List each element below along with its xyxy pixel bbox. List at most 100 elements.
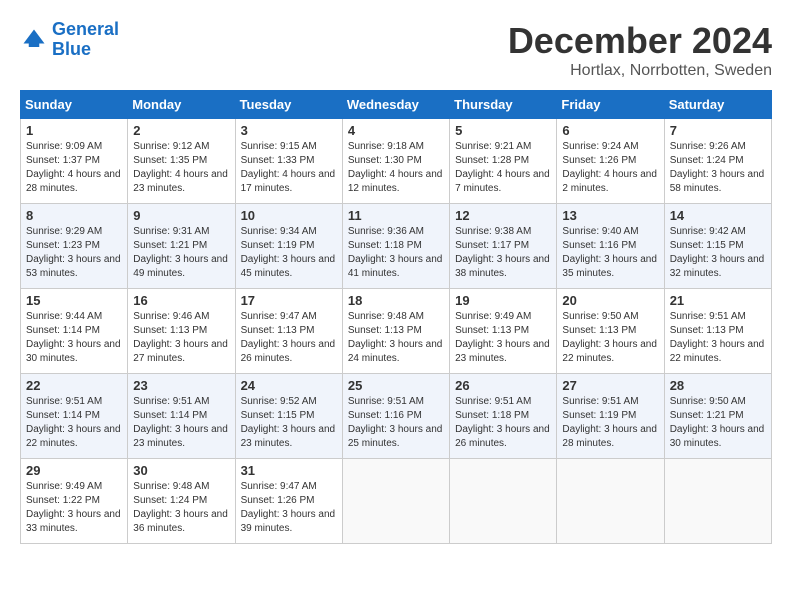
calendar-header-tuesday: Tuesday [235, 91, 342, 119]
day-detail: Sunrise: 9:24 AM Sunset: 1:26 PM Dayligh… [562, 140, 658, 196]
logo: General Blue [20, 20, 119, 60]
day-number: 23 [133, 378, 229, 393]
calendar-cell: 30 Sunrise: 9:48 AM Sunset: 1:24 PM Dayl… [128, 459, 235, 544]
calendar-table: SundayMondayTuesdayWednesdayThursdayFrid… [20, 90, 772, 544]
calendar-cell: 12 Sunrise: 9:38 AM Sunset: 1:17 PM Dayl… [450, 204, 557, 289]
calendar-header-sunday: Sunday [21, 91, 128, 119]
logo-icon [20, 26, 48, 54]
calendar-cell: 7 Sunrise: 9:26 AM Sunset: 1:24 PM Dayli… [664, 119, 771, 204]
day-number: 2 [133, 123, 229, 138]
day-number: 14 [670, 208, 766, 223]
day-detail: Sunrise: 9:51 AM Sunset: 1:14 PM Dayligh… [26, 395, 122, 451]
day-number: 1 [26, 123, 122, 138]
calendar-cell: 1 Sunrise: 9:09 AM Sunset: 1:37 PM Dayli… [21, 119, 128, 204]
calendar-week-2: 8 Sunrise: 9:29 AM Sunset: 1:23 PM Dayli… [21, 204, 772, 289]
calendar-cell: 26 Sunrise: 9:51 AM Sunset: 1:18 PM Dayl… [450, 374, 557, 459]
calendar-cell: 15 Sunrise: 9:44 AM Sunset: 1:14 PM Dayl… [21, 289, 128, 374]
calendar-header-monday: Monday [128, 91, 235, 119]
day-detail: Sunrise: 9:49 AM Sunset: 1:22 PM Dayligh… [26, 480, 122, 536]
day-number: 16 [133, 293, 229, 308]
day-detail: Sunrise: 9:47 AM Sunset: 1:26 PM Dayligh… [241, 480, 337, 536]
calendar-cell: 10 Sunrise: 9:34 AM Sunset: 1:19 PM Dayl… [235, 204, 342, 289]
calendar-header-friday: Friday [557, 91, 664, 119]
calendar-week-4: 22 Sunrise: 9:51 AM Sunset: 1:14 PM Dayl… [21, 374, 772, 459]
day-detail: Sunrise: 9:51 AM Sunset: 1:13 PM Dayligh… [670, 310, 766, 366]
day-detail: Sunrise: 9:51 AM Sunset: 1:18 PM Dayligh… [455, 395, 551, 451]
calendar-cell: 25 Sunrise: 9:51 AM Sunset: 1:16 PM Dayl… [342, 374, 449, 459]
day-detail: Sunrise: 9:50 AM Sunset: 1:21 PM Dayligh… [670, 395, 766, 451]
day-detail: Sunrise: 9:51 AM Sunset: 1:19 PM Dayligh… [562, 395, 658, 451]
day-number: 27 [562, 378, 658, 393]
day-detail: Sunrise: 9:51 AM Sunset: 1:16 PM Dayligh… [348, 395, 444, 451]
day-number: 11 [348, 208, 444, 223]
day-detail: Sunrise: 9:29 AM Sunset: 1:23 PM Dayligh… [26, 225, 122, 281]
calendar-cell: 3 Sunrise: 9:15 AM Sunset: 1:33 PM Dayli… [235, 119, 342, 204]
calendar-header-row: SundayMondayTuesdayWednesdayThursdayFrid… [21, 91, 772, 119]
day-number: 13 [562, 208, 658, 223]
day-detail: Sunrise: 9:36 AM Sunset: 1:18 PM Dayligh… [348, 225, 444, 281]
day-detail: Sunrise: 9:21 AM Sunset: 1:28 PM Dayligh… [455, 140, 551, 196]
calendar-cell: 31 Sunrise: 9:47 AM Sunset: 1:26 PM Dayl… [235, 459, 342, 544]
calendar-cell: 23 Sunrise: 9:51 AM Sunset: 1:14 PM Dayl… [128, 374, 235, 459]
day-detail: Sunrise: 9:38 AM Sunset: 1:17 PM Dayligh… [455, 225, 551, 281]
day-detail: Sunrise: 9:52 AM Sunset: 1:15 PM Dayligh… [241, 395, 337, 451]
calendar-week-3: 15 Sunrise: 9:44 AM Sunset: 1:14 PM Dayl… [21, 289, 772, 374]
title-block: December 2024 Hortlax, Norrbotten, Swede… [508, 20, 772, 80]
calendar-cell: 24 Sunrise: 9:52 AM Sunset: 1:15 PM Dayl… [235, 374, 342, 459]
day-detail: Sunrise: 9:15 AM Sunset: 1:33 PM Dayligh… [241, 140, 337, 196]
day-detail: Sunrise: 9:12 AM Sunset: 1:35 PM Dayligh… [133, 140, 229, 196]
day-number: 8 [26, 208, 122, 223]
day-detail: Sunrise: 9:49 AM Sunset: 1:13 PM Dayligh… [455, 310, 551, 366]
calendar-cell: 20 Sunrise: 9:50 AM Sunset: 1:13 PM Dayl… [557, 289, 664, 374]
calendar-header-saturday: Saturday [664, 91, 771, 119]
day-detail: Sunrise: 9:34 AM Sunset: 1:19 PM Dayligh… [241, 225, 337, 281]
calendar-cell: 19 Sunrise: 9:49 AM Sunset: 1:13 PM Dayl… [450, 289, 557, 374]
day-detail: Sunrise: 9:44 AM Sunset: 1:14 PM Dayligh… [26, 310, 122, 366]
location-title: Hortlax, Norrbotten, Sweden [508, 62, 772, 80]
calendar-cell: 27 Sunrise: 9:51 AM Sunset: 1:19 PM Dayl… [557, 374, 664, 459]
calendar-cell [664, 459, 771, 544]
page-header: General Blue December 2024 Hortlax, Norr… [20, 20, 772, 80]
day-number: 29 [26, 463, 122, 478]
day-number: 30 [133, 463, 229, 478]
calendar-body: 1 Sunrise: 9:09 AM Sunset: 1:37 PM Dayli… [21, 119, 772, 544]
day-number: 12 [455, 208, 551, 223]
day-number: 22 [26, 378, 122, 393]
day-number: 19 [455, 293, 551, 308]
day-detail: Sunrise: 9:31 AM Sunset: 1:21 PM Dayligh… [133, 225, 229, 281]
day-number: 20 [562, 293, 658, 308]
day-number: 4 [348, 123, 444, 138]
calendar-cell: 5 Sunrise: 9:21 AM Sunset: 1:28 PM Dayli… [450, 119, 557, 204]
day-number: 3 [241, 123, 337, 138]
calendar-cell: 2 Sunrise: 9:12 AM Sunset: 1:35 PM Dayli… [128, 119, 235, 204]
day-detail: Sunrise: 9:48 AM Sunset: 1:24 PM Dayligh… [133, 480, 229, 536]
day-number: 18 [348, 293, 444, 308]
day-detail: Sunrise: 9:18 AM Sunset: 1:30 PM Dayligh… [348, 140, 444, 196]
day-detail: Sunrise: 9:51 AM Sunset: 1:14 PM Dayligh… [133, 395, 229, 451]
calendar-cell: 18 Sunrise: 9:48 AM Sunset: 1:13 PM Dayl… [342, 289, 449, 374]
calendar-cell: 13 Sunrise: 9:40 AM Sunset: 1:16 PM Dayl… [557, 204, 664, 289]
calendar-cell [342, 459, 449, 544]
day-number: 10 [241, 208, 337, 223]
day-number: 21 [670, 293, 766, 308]
calendar-cell: 9 Sunrise: 9:31 AM Sunset: 1:21 PM Dayli… [128, 204, 235, 289]
calendar-cell: 21 Sunrise: 9:51 AM Sunset: 1:13 PM Dayl… [664, 289, 771, 374]
day-detail: Sunrise: 9:26 AM Sunset: 1:24 PM Dayligh… [670, 140, 766, 196]
month-title: December 2024 [508, 20, 772, 62]
day-number: 9 [133, 208, 229, 223]
calendar-cell: 22 Sunrise: 9:51 AM Sunset: 1:14 PM Dayl… [21, 374, 128, 459]
day-detail: Sunrise: 9:47 AM Sunset: 1:13 PM Dayligh… [241, 310, 337, 366]
calendar-cell: 29 Sunrise: 9:49 AM Sunset: 1:22 PM Dayl… [21, 459, 128, 544]
calendar-week-1: 1 Sunrise: 9:09 AM Sunset: 1:37 PM Dayli… [21, 119, 772, 204]
calendar-cell: 4 Sunrise: 9:18 AM Sunset: 1:30 PM Dayli… [342, 119, 449, 204]
calendar-week-5: 29 Sunrise: 9:49 AM Sunset: 1:22 PM Dayl… [21, 459, 772, 544]
calendar-cell [557, 459, 664, 544]
logo-text: General Blue [52, 20, 119, 60]
day-detail: Sunrise: 9:48 AM Sunset: 1:13 PM Dayligh… [348, 310, 444, 366]
calendar-cell: 16 Sunrise: 9:46 AM Sunset: 1:13 PM Dayl… [128, 289, 235, 374]
calendar-cell [450, 459, 557, 544]
day-number: 25 [348, 378, 444, 393]
calendar-cell: 28 Sunrise: 9:50 AM Sunset: 1:21 PM Dayl… [664, 374, 771, 459]
day-number: 26 [455, 378, 551, 393]
calendar-cell: 6 Sunrise: 9:24 AM Sunset: 1:26 PM Dayli… [557, 119, 664, 204]
